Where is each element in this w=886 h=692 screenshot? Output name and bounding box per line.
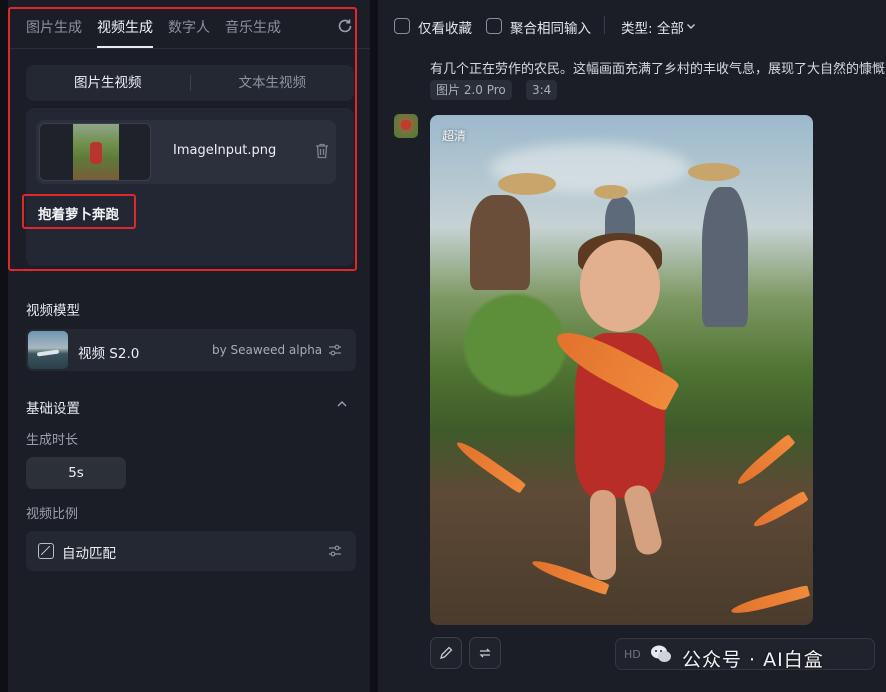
image-hat-mid bbox=[594, 185, 628, 199]
image-carrot bbox=[751, 490, 809, 531]
model-provider: by Seaweed alpha bbox=[212, 343, 323, 357]
edit-button[interactable] bbox=[430, 637, 462, 669]
only-favorites-checkbox[interactable] bbox=[394, 18, 410, 34]
only-favorites-label[interactable]: 仅看收藏 bbox=[418, 17, 472, 37]
image-child-leg bbox=[621, 482, 665, 558]
image-hat-left bbox=[498, 173, 556, 195]
avatar bbox=[394, 114, 418, 138]
duration-option-5s[interactable]: 5s bbox=[26, 457, 126, 489]
model-thumbnail bbox=[28, 331, 68, 369]
image-carrot bbox=[734, 433, 796, 489]
model-selector[interactable]: 视频 S2.0 by Seaweed alpha bbox=[26, 329, 356, 371]
filter-bar: 仅看收藏 聚合相同输入 类型: 全部 bbox=[378, 0, 886, 50]
generated-image[interactable]: 超清 bbox=[430, 115, 813, 625]
wechat-icon bbox=[651, 645, 671, 662]
highlight-box-prompt bbox=[22, 194, 136, 229]
quality-badge: 超清 bbox=[442, 129, 467, 143]
ratio-label: 视频比例 bbox=[26, 507, 79, 522]
model-name: 视频 S2.0 bbox=[78, 346, 140, 362]
video-model-label: 视频模型 bbox=[26, 303, 80, 319]
pencil-icon bbox=[440, 646, 453, 659]
image-farmer-right bbox=[702, 187, 748, 327]
duration-label: 生成时长 bbox=[26, 433, 79, 448]
ratio-selector[interactable]: 自动匹配 bbox=[26, 531, 356, 571]
regenerate-button[interactable] bbox=[469, 637, 501, 669]
tag-model: 图片 2.0 Pro bbox=[430, 80, 512, 100]
highlight-box-upload bbox=[8, 7, 357, 271]
aggregate-label[interactable]: 聚合相同输入 bbox=[510, 17, 591, 37]
image-child-head bbox=[580, 240, 660, 332]
result-description: 有几个正在劳作的农民。这幅画面充满了乡村的丰收气息，展现了大自然的慷慨 bbox=[430, 62, 886, 77]
tag-ratio: 3:4 bbox=[526, 80, 558, 100]
aggregate-checkbox[interactable] bbox=[486, 18, 502, 34]
aspect-ratio-icon bbox=[38, 543, 54, 559]
hd-label[interactable]: HD bbox=[624, 648, 641, 661]
filter-divider bbox=[604, 16, 605, 34]
ratio-value: 自动匹配 bbox=[62, 546, 116, 562]
image-carrot bbox=[729, 584, 811, 618]
image-hat-right bbox=[688, 163, 740, 181]
image-carrot bbox=[453, 438, 527, 494]
type-filter[interactable]: 类型: 全部 bbox=[621, 17, 684, 37]
left-panel: 图片生成 视频生成 数字人 音乐生成 图片生视频 文本生视频 ImageInpu… bbox=[8, 0, 370, 692]
chevron-up-icon[interactable] bbox=[336, 398, 348, 410]
chevron-down-icon[interactable] bbox=[686, 21, 696, 31]
repeat-icon bbox=[479, 648, 491, 658]
video-actions-bar: HD 公众号 · AI白盒 bbox=[615, 638, 875, 671]
basic-settings-label: 基础设置 bbox=[26, 401, 80, 417]
image-farmer-left bbox=[470, 195, 530, 290]
image-child-leg bbox=[590, 490, 616, 580]
results-panel: 仅看收藏 聚合相同输入 类型: 全部 有几个正在劳作的农民。这幅画面充满了乡村的… bbox=[378, 0, 886, 692]
ratio-sliders-icon[interactable] bbox=[328, 544, 342, 558]
watermark-text: 公众号 · AI白盒 bbox=[682, 649, 824, 671]
settings-sliders-icon[interactable] bbox=[328, 343, 342, 357]
